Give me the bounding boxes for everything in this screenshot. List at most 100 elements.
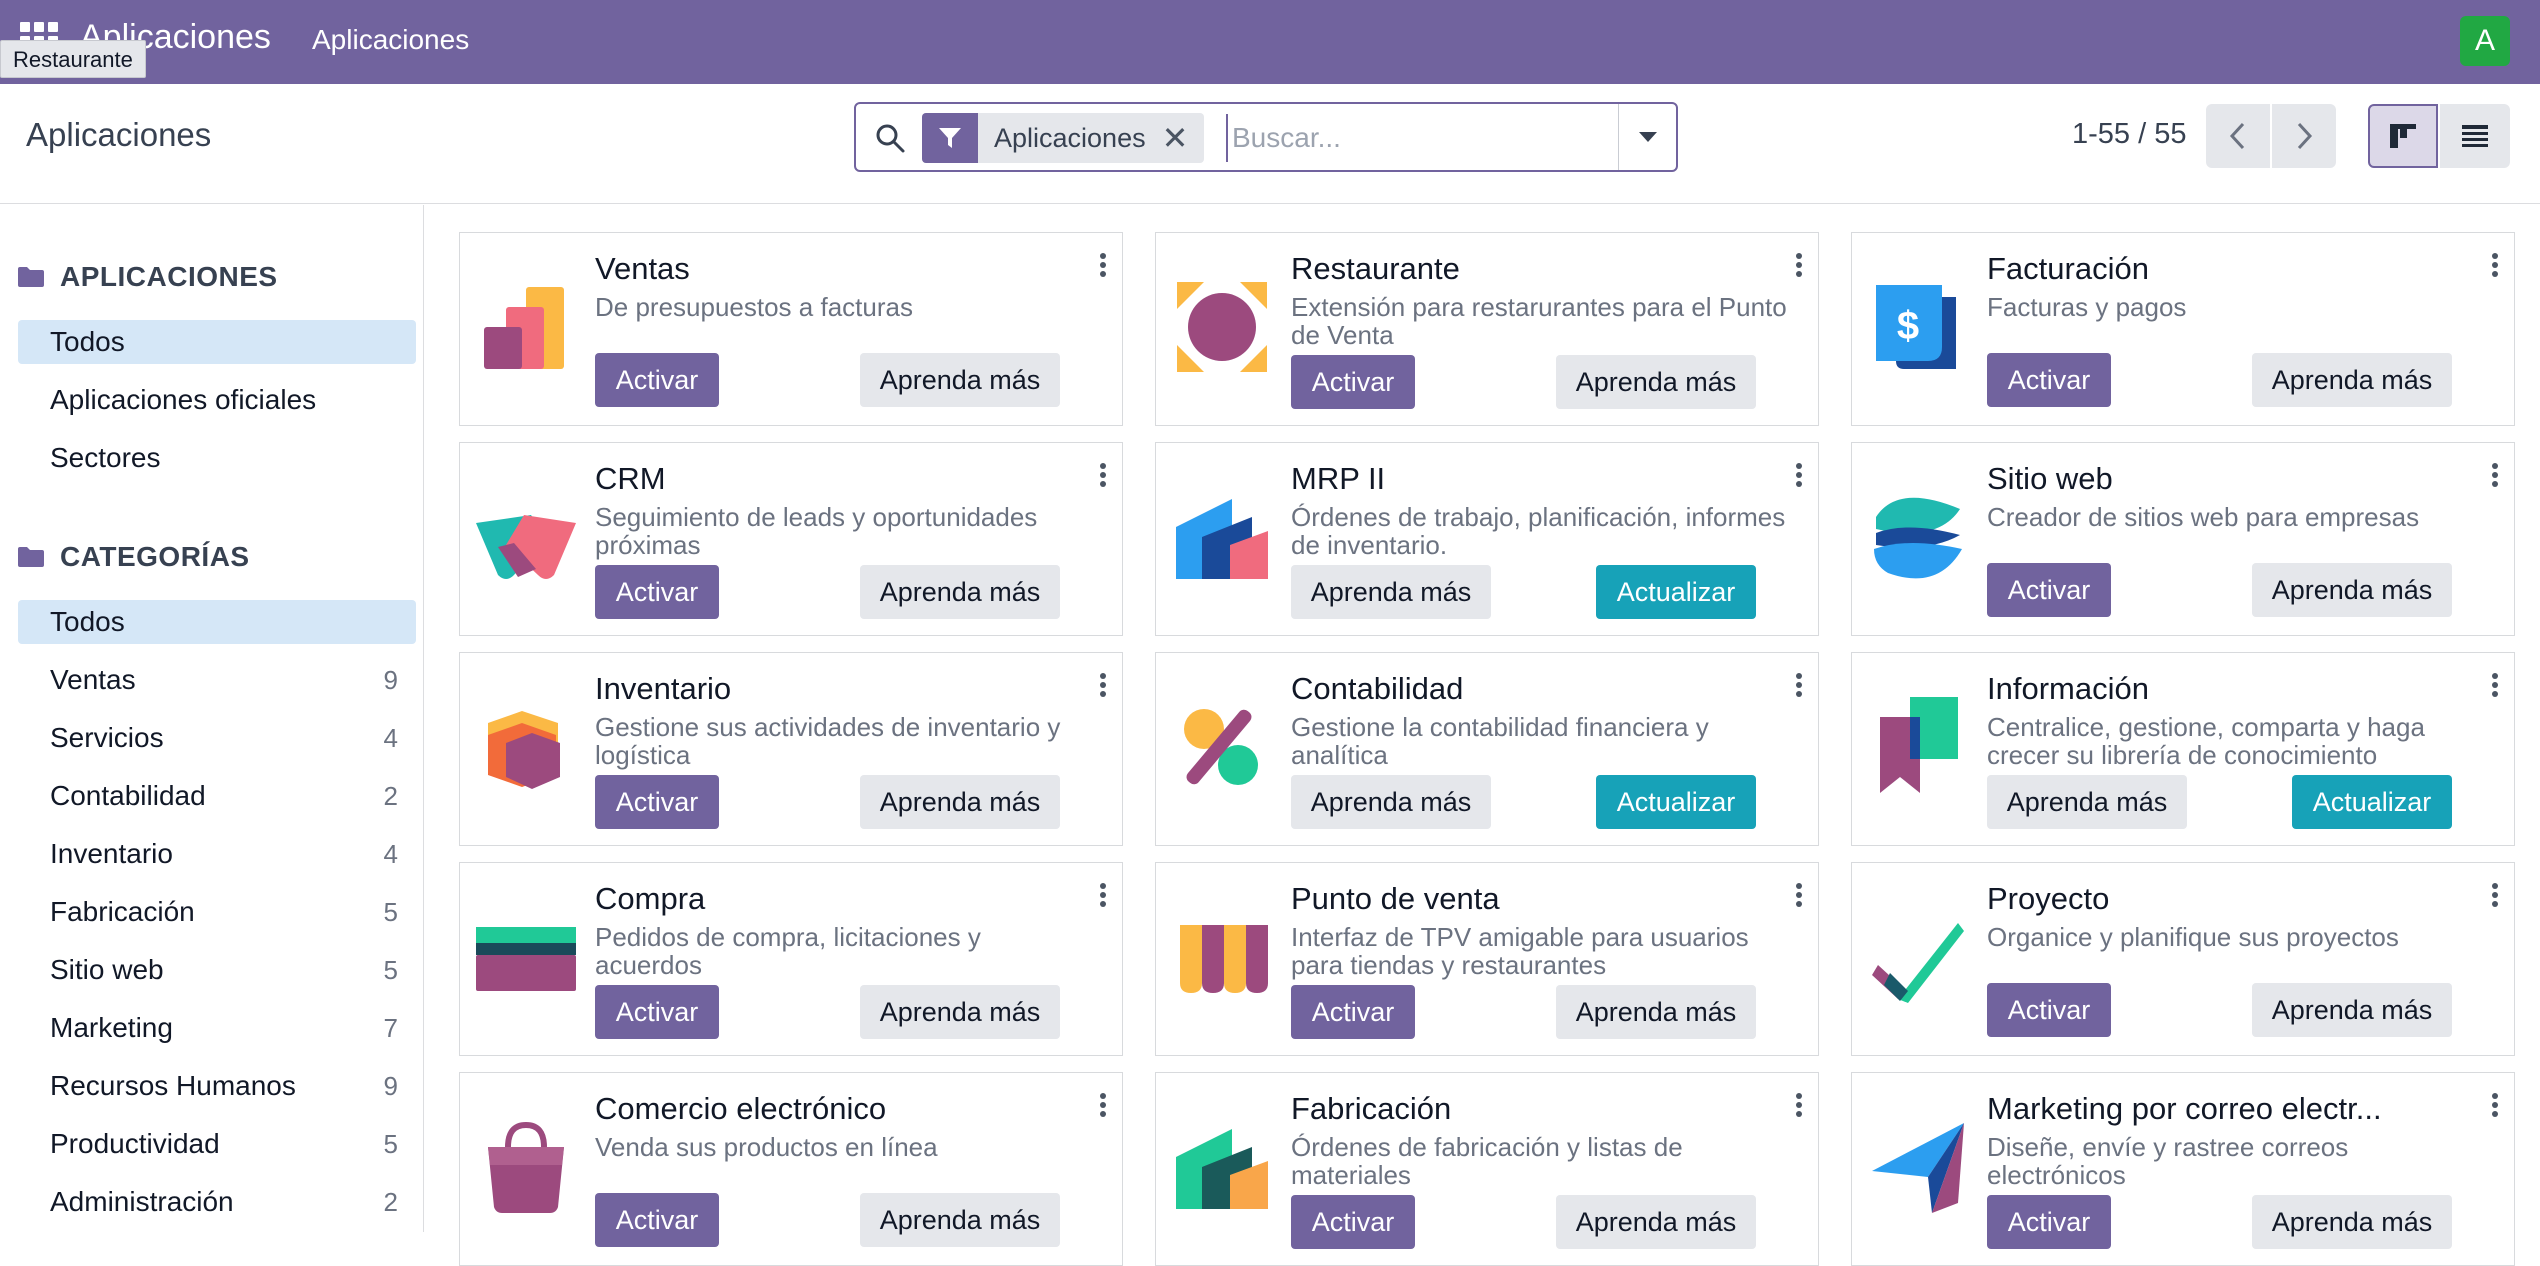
sidebar-category-all[interactable]: Todos	[18, 600, 416, 644]
learn-more-button[interactable]: Aprenda más	[860, 985, 1060, 1039]
update-button[interactable]: Actualizar	[1596, 775, 1756, 829]
list-view-button[interactable]	[2440, 104, 2510, 168]
app-card[interactable]: MRP II Órdenes de trabajo, planificación…	[1155, 442, 1819, 636]
activate-button[interactable]: Activar	[595, 1193, 719, 1247]
page-title: Aplicaciones	[26, 116, 212, 153]
category-count: 9	[383, 664, 398, 695]
learn-more-button[interactable]: Aprenda más	[1987, 775, 2187, 829]
app-card[interactable]: $ Facturación Facturas y pagos Activar A…	[1851, 232, 2515, 426]
activate-button[interactable]: Activar	[1291, 985, 1415, 1039]
activate-button[interactable]: Activar	[595, 985, 719, 1039]
learn-more-button[interactable]: Aprenda más	[2252, 353, 2452, 407]
more-options-icon[interactable]	[2492, 1093, 2498, 1117]
activate-button[interactable]: Activar	[595, 775, 719, 829]
activate-button[interactable]: Activar	[1291, 355, 1415, 409]
sidebar-item-label: Marketing	[50, 1012, 173, 1043]
activate-button[interactable]: Activar	[595, 353, 719, 407]
learn-more-button[interactable]: Aprenda más	[1556, 1195, 1756, 1249]
activate-button[interactable]: Activar	[595, 565, 719, 619]
app-card[interactable]: Proyecto Organice y planifique sus proye…	[1851, 862, 2515, 1056]
learn-more-button[interactable]: Aprenda más	[2252, 983, 2452, 1037]
sidebar-category-accounting[interactable]: Contabilidad 2	[18, 774, 416, 818]
app-name: Información	[1987, 671, 2149, 706]
sales-icon	[484, 287, 564, 369]
category-count: 5	[383, 954, 398, 985]
sidebar-category-marketing[interactable]: Marketing 7	[18, 1006, 416, 1050]
more-options-icon[interactable]	[1100, 253, 1106, 277]
more-options-icon[interactable]	[1796, 1093, 1802, 1117]
more-options-icon[interactable]	[1796, 463, 1802, 487]
more-options-icon[interactable]	[2492, 673, 2498, 697]
pager-value[interactable]: 1-55 / 55	[2072, 118, 2186, 151]
learn-more-button[interactable]: Aprenda más	[1291, 565, 1491, 619]
sidebar-category-administration[interactable]: Administración 2	[18, 1180, 416, 1224]
app-card[interactable]: Información Centralice, gestione, compar…	[1851, 652, 2515, 846]
learn-more-button[interactable]: Aprenda más	[860, 353, 1060, 407]
more-options-icon[interactable]	[1796, 673, 1802, 697]
app-card[interactable]: Comercio electrónico Venda sus productos…	[459, 1072, 1123, 1266]
app-card[interactable]: Fabricación Órdenes de fabricación y lis…	[1155, 1072, 1819, 1266]
search-input[interactable]	[1226, 114, 1606, 162]
caret-down-icon	[1638, 132, 1657, 142]
learn-more-button[interactable]: Aprenda más	[2252, 1195, 2452, 1249]
sidebar-category-manufacturing[interactable]: Fabricación 5	[18, 890, 416, 934]
app-summary: Gestione sus actividades de inventario y…	[595, 712, 1061, 770]
more-options-icon[interactable]	[1100, 1093, 1106, 1117]
sidebar-category-sales[interactable]: Ventas 9	[18, 658, 416, 702]
sidebar-item-official-apps[interactable]: Aplicaciones oficiales	[18, 378, 416, 422]
update-button[interactable]: Actualizar	[2292, 775, 2452, 829]
sidebar-item-label: Ventas	[50, 664, 136, 695]
update-button[interactable]: Actualizar	[1596, 565, 1756, 619]
pager-previous-button[interactable]	[2206, 104, 2270, 168]
app-card[interactable]: Compra Pedidos de compra, licitaciones y…	[459, 862, 1123, 1056]
activate-button[interactable]: Activar	[1987, 983, 2111, 1037]
search-options-toggle[interactable]	[1618, 104, 1676, 170]
category-count: 2	[383, 780, 398, 811]
more-options-icon[interactable]	[1100, 463, 1106, 487]
facet-remove-icon[interactable]: ✕	[1162, 122, 1205, 154]
app-card[interactable]: Contabilidad Gestione la contabilidad fi…	[1155, 652, 1819, 846]
activate-button[interactable]: Activar	[1987, 353, 2111, 407]
more-options-icon[interactable]	[1796, 253, 1802, 277]
activate-button[interactable]: Activar	[1987, 1195, 2111, 1249]
app-card[interactable]: CRM Seguimiento de leads y oportunidades…	[459, 442, 1123, 636]
activate-button[interactable]: Activar	[1987, 563, 2111, 617]
learn-more-button[interactable]: Aprenda más	[860, 775, 1060, 829]
app-card[interactable]: Sitio web Creador de sitios web para emp…	[1851, 442, 2515, 636]
sidebar-item-all-apps[interactable]: Todos	[18, 320, 416, 364]
sidebar-category-productivity[interactable]: Productividad 5	[18, 1122, 416, 1166]
sidebar-item-industries[interactable]: Sectores	[18, 436, 416, 480]
learn-more-button[interactable]: Aprenda más	[1556, 985, 1756, 1039]
more-options-icon[interactable]	[2492, 253, 2498, 277]
more-options-icon[interactable]	[2492, 463, 2498, 487]
search-icon[interactable]	[874, 122, 906, 154]
learn-more-button[interactable]: Aprenda más	[1291, 775, 1491, 829]
more-options-icon[interactable]	[1100, 883, 1106, 907]
kanban-view-button[interactable]	[2368, 104, 2438, 168]
purchase-icon	[476, 927, 576, 991]
more-options-icon[interactable]	[1796, 883, 1802, 907]
learn-more-button[interactable]: Aprenda más	[860, 565, 1060, 619]
sidebar-category-inventory[interactable]: Inventario 4	[18, 832, 416, 876]
user-avatar[interactable]: A	[2460, 16, 2510, 66]
app-card[interactable]: Marketing por correo electr... Diseñe, e…	[1851, 1072, 2515, 1266]
app-card[interactable]: Ventas De presupuestos a facturas Activa…	[459, 232, 1123, 426]
more-options-icon[interactable]	[1100, 673, 1106, 697]
app-name: CRM	[595, 461, 666, 496]
app-card[interactable]: Punto de venta Interfaz de TPV amigable …	[1155, 862, 1819, 1056]
more-options-icon[interactable]	[2492, 883, 2498, 907]
app-card[interactable]: Restaurante Extensión para restarurantes…	[1155, 232, 1819, 426]
sidebar-category-services[interactable]: Servicios 4	[18, 716, 416, 760]
folder-icon	[18, 547, 44, 567]
navbar-menu-apps[interactable]: Aplicaciones	[312, 24, 469, 56]
learn-more-button[interactable]: Aprenda más	[2252, 563, 2452, 617]
sidebar-category-hr[interactable]: Recursos Humanos 9	[18, 1064, 416, 1108]
learn-more-button[interactable]: Aprenda más	[860, 1193, 1060, 1247]
learn-more-button[interactable]: Aprenda más	[1556, 355, 1756, 409]
sidebar-category-website[interactable]: Sitio web 5	[18, 948, 416, 992]
app-card[interactable]: Inventario Gestione sus actividades de i…	[459, 652, 1123, 846]
ecommerce-icon	[488, 1121, 564, 1213]
activate-button[interactable]: Activar	[1291, 1195, 1415, 1249]
pager-next-button[interactable]	[2272, 104, 2336, 168]
pos-icon	[1180, 925, 1268, 993]
